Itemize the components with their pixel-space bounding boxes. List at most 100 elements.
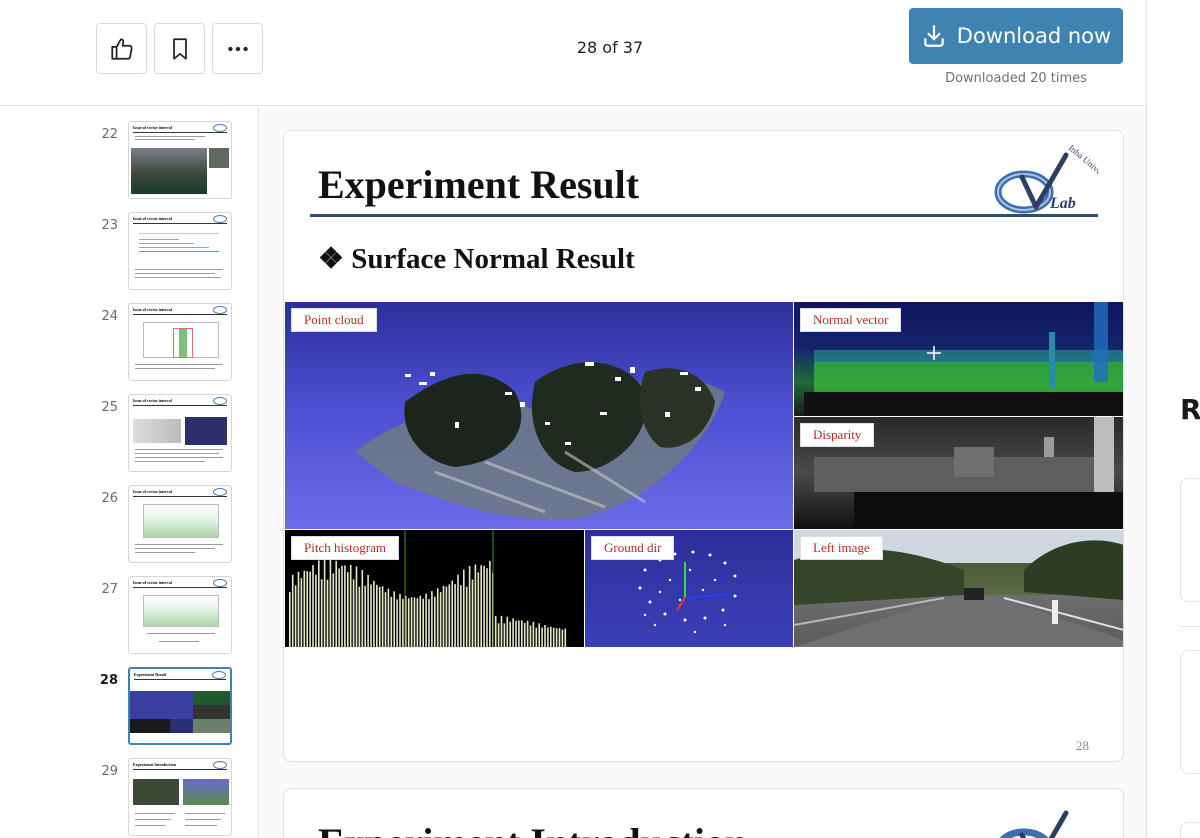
logo-icon (213, 215, 227, 223)
thumbnail-number: 25 (101, 400, 118, 415)
histogram-bar (399, 593, 401, 647)
histogram-bar (454, 584, 456, 647)
thumbnail-item[interactable]: 22 Issue of vector interval (0, 111, 258, 199)
thumbnail-preview[interactable]: Issue of vector interval (128, 212, 232, 290)
histogram-bar (564, 628, 567, 647)
histogram-bar (460, 585, 462, 647)
slide-page: Experiment Result Lab Inha University ❖ … (283, 130, 1124, 762)
histogram-bar (544, 625, 546, 647)
save-button[interactable] (154, 23, 205, 74)
histogram-bar (474, 564, 477, 647)
histogram-bar (329, 558, 332, 647)
thumbnail-text-line (135, 548, 215, 549)
histogram-bar (364, 585, 366, 647)
thumbnail-item[interactable]: 26 Issue of vector interval (0, 475, 258, 563)
logo-icon (213, 397, 227, 405)
related-card[interactable] (1180, 478, 1200, 602)
thumbnail-preview[interactable]: Experiment Introduction (128, 758, 232, 836)
histogram-bar (535, 627, 538, 647)
thumbnail-text-line (139, 243, 194, 244)
histogram-bar (289, 591, 291, 647)
histogram-bar (434, 596, 436, 647)
thumbnail-item[interactable]: 27 Issue of vector interval (0, 566, 258, 654)
lab-logo-icon (999, 810, 1069, 838)
thumbnail-text-line (135, 269, 223, 270)
thumbnail-text-line (135, 819, 171, 820)
histogram-bar (332, 573, 335, 647)
thumbnail-item[interactable]: 29 Experiment Introduction (0, 748, 258, 836)
histogram-bar (402, 598, 404, 647)
histogram-bar (352, 579, 355, 647)
thumbnail-item[interactable]: 28 Experiment Result (0, 657, 258, 745)
lab-logo-icon: Lab Inha University (994, 145, 1098, 214)
thumbnail-text-line (135, 449, 223, 450)
thumbnail-preview[interactable]: Issue of vector interval (128, 576, 232, 654)
download-icon (924, 25, 944, 47)
panel-label: Disparity (800, 423, 875, 447)
thumbnail-text-line (135, 273, 215, 274)
related-card[interactable] (1180, 822, 1200, 838)
thumbnail-preview[interactable]: Issue of vector interval (128, 485, 232, 563)
histogram-bar (407, 598, 410, 647)
histogram-bar (370, 584, 372, 647)
logo-icon (213, 488, 227, 496)
thumbnail-title: Issue of vector interval (133, 216, 172, 221)
histogram-bar (413, 597, 416, 647)
histogram-bar (390, 596, 393, 647)
histogram-bar (338, 568, 340, 647)
histogram-bar (541, 627, 543, 647)
related-card[interactable] (1180, 650, 1200, 774)
slide-subtitle: ❖ Surface Normal Result (318, 243, 635, 275)
thumbnail-preview[interactable]: Issue of vector interval (128, 394, 232, 472)
thumbnail-text-line (139, 239, 179, 240)
thumbnail-image (133, 419, 181, 443)
panel-label: Ground dir (591, 536, 675, 560)
thumbnail-number: 22 (101, 127, 118, 142)
download-button[interactable]: Download now (909, 8, 1123, 64)
thumbnail-text-line (185, 819, 221, 820)
left-image-panel: Left image (794, 530, 1123, 647)
download-label: Download now (956, 24, 1112, 48)
thumbnail-text-line (139, 247, 209, 248)
thumbnail-item[interactable]: 23 Issue of vector interval (0, 202, 258, 290)
page-indicator: 28 of 37 (576, 38, 644, 57)
thumbnail-image (193, 705, 230, 719)
thumbnail-text-line (135, 813, 175, 814)
pitch-histogram-panel: Pitch histogram (285, 530, 584, 647)
thumbnail-preview[interactable]: Issue of vector interval (128, 121, 232, 199)
thumbnail-sidebar[interactable]: 22 Issue of vector interval 23 Issue of … (0, 107, 259, 838)
thumbnail-image (130, 691, 193, 719)
histogram-bar (300, 578, 303, 647)
histogram-bar (439, 592, 442, 647)
like-button[interactable] (96, 23, 147, 74)
histogram-bar (465, 586, 468, 647)
thumbnail-text-line (135, 453, 219, 454)
thumbnail-image (193, 691, 230, 705)
panel-label: Pitch histogram (291, 536, 399, 560)
thumbnail-preview-active[interactable]: Experiment Result (128, 667, 232, 745)
histogram-bar (358, 586, 361, 647)
histogram-bar (309, 571, 311, 647)
more-button[interactable] (212, 23, 263, 74)
thumbnail-rule (133, 587, 227, 588)
thumbnail-image (209, 148, 229, 168)
thumbnail-preview[interactable]: Issue of vector interval (128, 303, 232, 381)
histogram-bar (384, 592, 387, 647)
normal-vector-panel: Normal vector (794, 302, 1123, 416)
histogram-bar (558, 628, 561, 647)
thumbnail-item[interactable]: 25 Issue of vector interval (0, 384, 258, 472)
histogram-bar (442, 585, 445, 647)
histogram-bar (378, 586, 381, 647)
histogram-bar (561, 629, 564, 647)
histogram-bar (291, 574, 294, 647)
related-divider (1180, 626, 1200, 627)
thumbnail-image (193, 719, 230, 733)
histogram-bar (318, 560, 320, 647)
thumbnail-text-line (139, 233, 219, 234)
slide-page-number: 28 (1076, 738, 1089, 753)
histogram-bar (367, 575, 369, 647)
logo-arc-text: Inha University (1067, 145, 1098, 187)
thumbnail-item[interactable]: 24 Issue of vector interval (0, 293, 258, 381)
related-heading: Re (1180, 393, 1200, 426)
thumbnail-rule (133, 405, 227, 406)
